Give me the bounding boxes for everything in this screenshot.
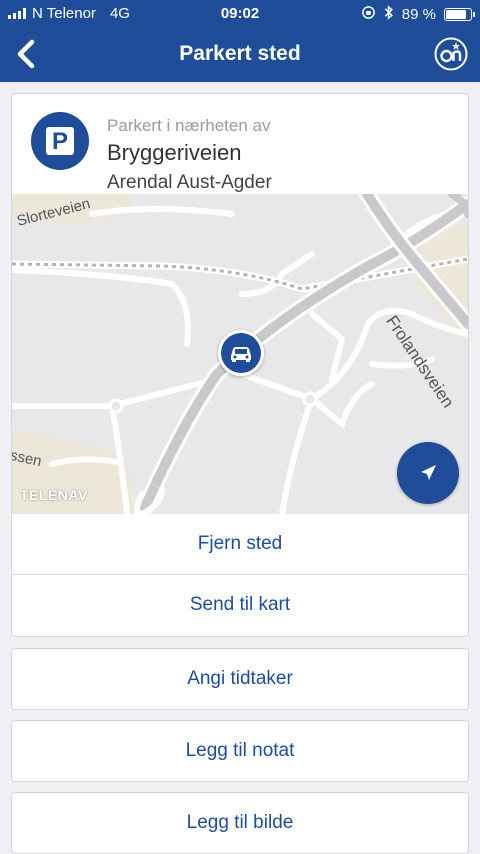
map-attribution: TELENAV <box>20 487 88 503</box>
note-card: Legg til notat <box>11 720 469 782</box>
location-header: P Parkert i nærheten av Bryggeriveien Ar… <box>12 94 468 194</box>
header: N Telenor 4G 09:02 89 % Parkert sted <box>0 0 480 82</box>
car-icon <box>231 347 251 362</box>
page-title: Parkert sted <box>179 42 301 65</box>
photo-card: Legg til bilde <box>11 792 469 854</box>
location-arrow-icon <box>421 465 436 480</box>
map-view[interactable]: Slorteveien Frolandsveien ssen TELENAV <box>12 194 468 514</box>
add-note-button[interactable]: Legg til notat <box>12 721 468 781</box>
onstar-button[interactable] <box>434 37 468 71</box>
onstar-icon <box>434 37 468 71</box>
location-street: Bryggeriveien <box>107 140 242 165</box>
bluetooth-icon <box>384 5 394 24</box>
location-card: P Parkert i nærheten av Bryggeriveien Ar… <box>11 93 469 637</box>
battery-percent: 89 % <box>401 6 436 23</box>
status-bar: N Telenor 4G 09:02 89 % <box>0 0 480 28</box>
remove-location-button[interactable]: Fjern sted <box>12 514 468 574</box>
parking-icon: P <box>31 112 89 170</box>
add-photo-button[interactable]: Legg til bilde <box>12 793 468 853</box>
nav-bar: Parkert sted <box>0 28 480 82</box>
locate-me-button[interactable] <box>397 442 459 504</box>
send-to-map-button[interactable]: Send til kart <box>12 575 468 635</box>
location-label: Parkert i nærheten av <box>107 116 271 135</box>
timer-card: Angi tidtaker <box>11 648 469 710</box>
battery-icon <box>444 8 475 21</box>
parked-car-marker[interactable] <box>218 330 264 376</box>
set-timer-button[interactable]: Angi tidtaker <box>12 649 468 709</box>
location-city: Arendal Aust-Agder <box>107 172 272 193</box>
rotation-lock-icon <box>361 5 376 24</box>
